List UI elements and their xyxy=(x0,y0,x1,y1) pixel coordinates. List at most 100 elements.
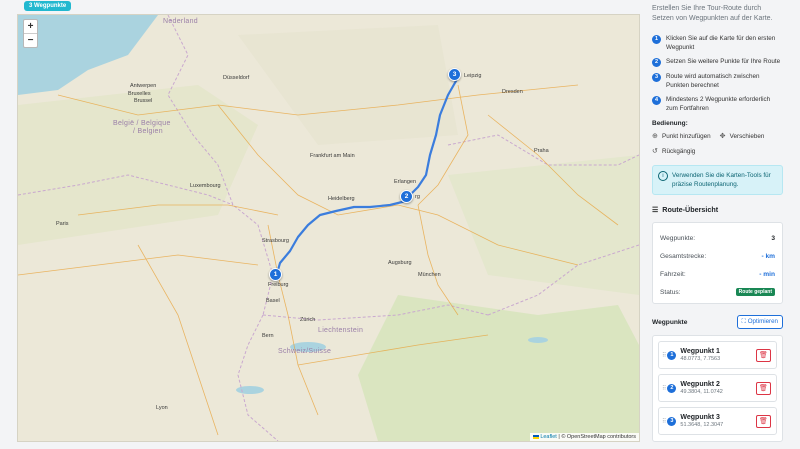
map-attribution: Leaflet | © OpenStreetMap contributors xyxy=(529,433,639,441)
waypoint-item[interactable]: ⠿ 3 Wegpunkt 3 51.3648, 12.3047 🗑 xyxy=(658,407,777,435)
trash-icon: 🗑 xyxy=(759,417,768,425)
waypoints-title: Wegpunkte xyxy=(652,318,688,326)
map-canvas xyxy=(18,15,639,441)
step-number: 2 xyxy=(652,58,661,67)
summary-time-value: - min xyxy=(759,270,775,278)
step-number: 3 xyxy=(652,73,661,82)
label-bern: Bern xyxy=(262,333,274,339)
leaflet-link[interactable]: Leaflet xyxy=(540,434,557,440)
map-area[interactable]: Nederland België / Belgique / Belgien Li… xyxy=(17,14,640,442)
label-bruxelles: Bruxelles xyxy=(128,91,151,97)
step-text: Mindestens 2 Wegpunkte erforderlich zum … xyxy=(666,96,771,112)
waypoint-info: Wegpunkt 2 49.3804, 11.0742 xyxy=(680,381,756,395)
step-item: 1 Klicken Sie auf die Karte für den erst… xyxy=(652,34,783,52)
label-dresden: Dresden xyxy=(502,89,523,95)
label-lyon: Lyon xyxy=(156,405,168,411)
map-marker-3[interactable]: 3 xyxy=(448,68,461,81)
control-undo: ↺ Rückgängig xyxy=(652,148,695,155)
map-marker-1[interactable]: 1 xyxy=(269,268,282,281)
summary-distance-row: Gesamtstrecke: - km xyxy=(660,247,775,265)
control-add: ⊕ Punkt hinzufügen xyxy=(652,133,711,140)
controls-list: ⊕ Punkt hinzufügen ✥ Verschieben ↺ Rückg… xyxy=(652,133,783,163)
summary-status-label: Status: xyxy=(660,288,681,296)
zoom-control: + − xyxy=(23,19,38,48)
route-summary-title: ☰ Route-Übersicht xyxy=(652,205,783,214)
label-liechtenstein: Liechtenstein xyxy=(318,327,364,334)
label-strasbourg: Strasbourg xyxy=(262,238,289,244)
label-freiburg: Freiburg xyxy=(268,282,289,288)
control-add-label: Punkt hinzufügen xyxy=(662,133,711,140)
zoom-in-button[interactable]: + xyxy=(24,20,37,33)
summary-waypoints-value: 3 xyxy=(771,234,775,242)
label-erlangen: Erlangen xyxy=(394,179,417,185)
label-brussel: Brussel xyxy=(134,98,153,104)
label-nurnberg: rg xyxy=(415,194,420,200)
side-panel: Erstellen Sie Ihre Tour-Route durch Setz… xyxy=(652,0,783,449)
zoom-out-button[interactable]: − xyxy=(24,33,37,47)
plus-circle-icon: ⊕ xyxy=(652,133,658,140)
delete-waypoint-button[interactable]: 🗑 xyxy=(756,381,771,395)
delete-waypoint-button[interactable]: 🗑 xyxy=(756,348,771,362)
waypoint-name: Wegpunkt 3 xyxy=(680,414,720,421)
delete-waypoint-button[interactable]: 🗑 xyxy=(756,414,771,428)
osm-attribution: | © OpenStreetMap contributors xyxy=(558,434,636,440)
step-number: 1 xyxy=(652,35,661,44)
trash-icon: 🗑 xyxy=(759,351,768,359)
waypoint-coords: 48.0773, 7.7563 xyxy=(680,356,721,362)
drag-handle-icon[interactable]: ⠿ xyxy=(662,352,667,359)
summary-waypoints-label: Wegpunkte: xyxy=(660,234,696,242)
info-alert: i Verwenden Sie die Karten-Tools für prä… xyxy=(652,165,783,195)
alps-region xyxy=(358,295,639,441)
drag-handle-icon[interactable]: ⠿ xyxy=(662,385,667,392)
instruction-steps: 1 Klicken Sie auf die Karte für den erst… xyxy=(652,34,783,113)
info-text: Verwenden Sie die Karten-Tools für präzi… xyxy=(672,172,771,188)
optimize-icon: ⛶ xyxy=(741,318,746,325)
label-leipzig: Leipzig xyxy=(464,73,482,79)
waypoint-number: 2 xyxy=(667,383,677,393)
summary-status-row: Status: Route geplant xyxy=(660,283,775,301)
summary-waypoints-row: Wegpunkte: 3 xyxy=(660,229,775,247)
waypoint-coords: 51.3648, 12.3047 xyxy=(680,422,724,428)
status-badge: Route geplant xyxy=(735,288,775,296)
flag-icon xyxy=(532,434,539,439)
waypoint-info: Wegpunkt 3 51.3648, 12.3047 xyxy=(680,414,756,428)
waypoint-name: Wegpunkt 2 xyxy=(680,381,720,388)
summary-distance-label: Gesamtstrecke: xyxy=(660,252,707,260)
optimize-button[interactable]: ⛶ Optimieren xyxy=(736,315,783,329)
label-zurich: Zürich xyxy=(300,317,316,323)
label-basel: Basel xyxy=(266,298,280,304)
control-undo-label: Rückgängig xyxy=(662,148,696,155)
label-munchen: München xyxy=(418,272,441,278)
label-antwerpen: Antwerpen xyxy=(130,83,157,89)
label-frankfurt: Frankfurt am Main xyxy=(310,153,355,159)
waypoint-item[interactable]: ⠿ 1 Wegpunkt 1 48.0773, 7.7563 🗑 xyxy=(658,341,777,369)
summary-time-label: Fahrzeit: xyxy=(660,270,686,278)
waypoint-coords: 49.3804, 11.0742 xyxy=(680,389,723,395)
optimize-label: Optimieren xyxy=(747,318,778,325)
waypoint-count-badge: 3 Wegpunkte xyxy=(24,1,72,11)
intro-text: Erstellen Sie Ihre Tour-Route durch Setz… xyxy=(652,5,773,22)
controls-title: Bedienung: xyxy=(652,120,688,127)
label-nederland: Nederland xyxy=(163,18,198,25)
step-item: 3 Route wird automatisch zwischen Punkte… xyxy=(652,72,783,90)
label-heidelberg: Heidelberg xyxy=(328,196,355,202)
drag-handle-icon[interactable]: ⠿ xyxy=(662,418,667,425)
waypoint-info: Wegpunkt 1 48.0773, 7.7563 xyxy=(680,348,756,362)
control-move: ✥ Verschieben xyxy=(720,133,765,140)
label-belgien: / Belgien xyxy=(133,128,163,135)
move-arrows-icon: ✥ xyxy=(719,133,726,140)
waypoints-header: Wegpunkte ⛶ Optimieren xyxy=(652,315,783,329)
waypoint-item[interactable]: ⠿ 2 Wegpunkt 2 49.3804, 11.0742 🗑 xyxy=(658,374,777,402)
route-summary-card: Wegpunkte: 3 Gesamtstrecke: - km Fahrzei… xyxy=(652,222,783,304)
label-paris: Paris xyxy=(56,221,69,227)
label-belgie: België / Belgique xyxy=(113,120,171,127)
map-marker-2[interactable]: 2 xyxy=(400,190,413,203)
trash-icon: 🗑 xyxy=(759,384,768,392)
step-text: Klicken Sie auf die Karte für den ersten… xyxy=(666,35,776,51)
label-dusseldorf: Düsseldorf xyxy=(223,75,250,81)
undo-icon: ↺ xyxy=(652,148,658,155)
waypoint-number: 3 xyxy=(667,416,677,426)
summary-time-row: Fahrzeit: - min xyxy=(660,265,775,283)
label-schweiz: Schweiz/Suisse xyxy=(278,348,332,355)
step-number: 4 xyxy=(652,96,661,105)
